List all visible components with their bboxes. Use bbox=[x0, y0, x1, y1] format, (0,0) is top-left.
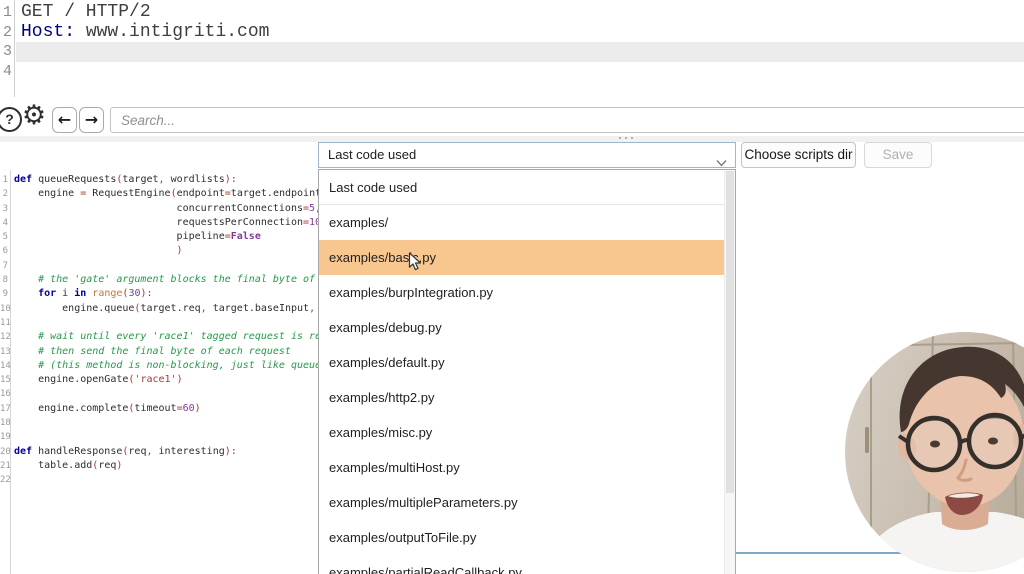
line-number: 12 bbox=[0, 330, 10, 344]
line-number: 3 bbox=[0, 42, 14, 62]
mouse-cursor-icon bbox=[408, 252, 422, 277]
dropdown-item[interactable]: examples/outputToFile.py bbox=[319, 520, 724, 555]
arrow-right-icon: → bbox=[85, 110, 98, 129]
dropdown-item[interactable]: Last code used bbox=[319, 170, 724, 205]
request-editor-code[interactable]: GET / HTTP/2Host: www.intigriti.com bbox=[16, 0, 1024, 97]
code-line bbox=[16, 62, 1024, 82]
code-line: GET / HTTP/2 bbox=[16, 3, 1024, 23]
arrow-left-icon: ← bbox=[58, 110, 71, 129]
line-number: 2 bbox=[0, 23, 14, 43]
splitter-dots-icon bbox=[619, 137, 633, 139]
line-number: 3 bbox=[0, 202, 10, 216]
line-number: 21 bbox=[0, 459, 10, 473]
gear-icon[interactable]: ⚙ bbox=[19, 101, 49, 131]
code-line: Host: www.intigriti.com bbox=[16, 23, 1024, 43]
dropdown-item[interactable]: examples/multipleParameters.py bbox=[319, 485, 724, 520]
dropdown-scrollbar[interactable] bbox=[724, 170, 735, 574]
back-button[interactable]: ← bbox=[52, 107, 77, 133]
line-number: 13 bbox=[0, 345, 10, 359]
line-number: 20 bbox=[0, 445, 10, 459]
script-selector-combobox[interactable]: Last code used bbox=[318, 142, 736, 168]
forward-button[interactable]: → bbox=[79, 107, 104, 133]
save-button[interactable]: Save bbox=[864, 142, 932, 168]
choose-scripts-dir-button[interactable]: Choose scripts dir bbox=[741, 142, 856, 168]
line-number: 2 bbox=[0, 187, 10, 201]
dropdown-item[interactable]: examples/partialReadCallback.py bbox=[319, 555, 724, 574]
code-line bbox=[16, 42, 1024, 62]
line-number: 19 bbox=[0, 430, 10, 444]
line-number: 4 bbox=[0, 216, 10, 230]
script-selector-value: Last code used bbox=[328, 147, 416, 162]
dropdown-item[interactable]: examples/misc.py bbox=[319, 415, 724, 450]
line-number: 4 bbox=[0, 62, 14, 82]
turbo-intruder-window: 1234 GET / HTTP/2Host: www.intigriti.com… bbox=[0, 0, 1024, 574]
dropdown-item[interactable]: examples/multiHost.py bbox=[319, 450, 724, 485]
dropdown-item[interactable]: examples/burpIntegration.py bbox=[319, 275, 724, 310]
python-editor-gutter: 12345678910111213141516171819202122 bbox=[0, 170, 11, 574]
line-number: 6 bbox=[0, 244, 10, 258]
line-number: 10 bbox=[0, 302, 10, 316]
line-number: 18 bbox=[0, 416, 10, 430]
line-number: 1 bbox=[0, 173, 10, 187]
scripts-bar: Last code used Choose scripts dir Save bbox=[0, 142, 1024, 170]
line-number: 5 bbox=[0, 230, 10, 244]
dropdown-item[interactable]: examples/ bbox=[319, 205, 724, 240]
dropdown-item[interactable]: examples/debug.py bbox=[319, 310, 724, 345]
dropdown-item[interactable]: examples/default.py bbox=[319, 345, 724, 380]
toolbar: ? ⚙ ← → bbox=[0, 97, 1024, 136]
scripts-dropdown-list: Last code usedexamples/examples/basic.py… bbox=[319, 170, 724, 574]
dropdown-item[interactable]: examples/basic.py bbox=[319, 240, 724, 275]
line-number: 7 bbox=[0, 259, 10, 273]
line-number: 14 bbox=[0, 359, 10, 373]
line-number: 15 bbox=[0, 373, 10, 387]
dropdown-scrollbar-thumb[interactable] bbox=[726, 171, 734, 493]
line-number: 22 bbox=[0, 473, 10, 487]
line-number: 17 bbox=[0, 402, 10, 416]
scripts-dropdown-popup: Last code usedexamples/examples/basic.py… bbox=[318, 169, 736, 574]
line-number: 16 bbox=[0, 387, 10, 401]
line-number: 1 bbox=[0, 3, 14, 23]
dropdown-item[interactable]: examples/http2.py bbox=[319, 380, 724, 415]
line-number: 8 bbox=[0, 273, 10, 287]
search-input[interactable] bbox=[110, 107, 1024, 133]
request-editor-gutter: 1234 bbox=[0, 0, 15, 97]
line-number: 9 bbox=[0, 287, 10, 301]
request-editor[interactable]: 1234 GET / HTTP/2Host: www.intigriti.com bbox=[0, 0, 1024, 97]
line-number: 11 bbox=[0, 316, 10, 330]
